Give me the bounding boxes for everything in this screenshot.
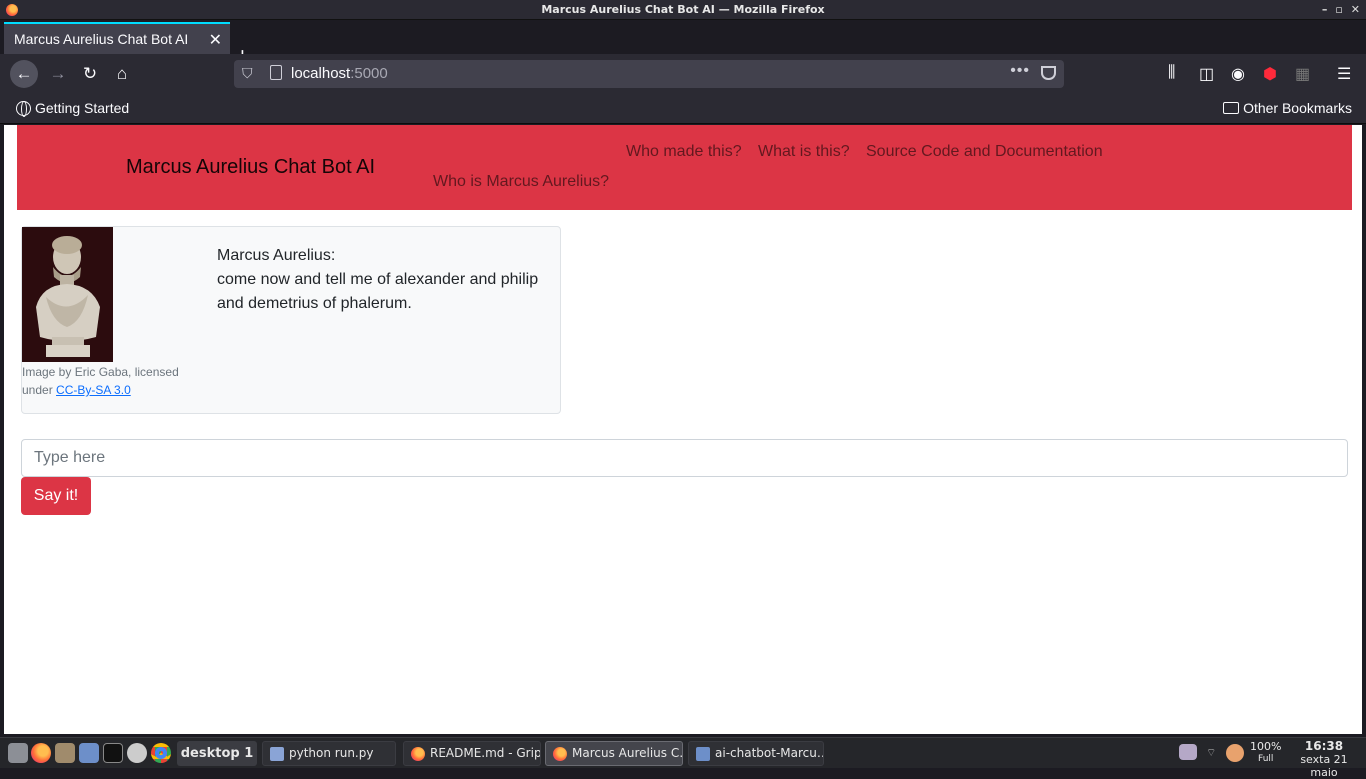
message-text: come now and tell me of alexander and ph… [217,271,539,312]
pocket-icon[interactable] [1041,66,1056,80]
close-window-button[interactable]: ✕ [1351,0,1360,20]
taskbar-task-active[interactable]: Marcus Aurelius C… [545,741,683,766]
battery-indicator[interactable]: 100% Full [1250,741,1281,765]
other-bookmarks[interactable]: Other Bookmarks [1223,100,1352,116]
window-icon [270,747,284,761]
battery-state: Full [1258,754,1274,764]
disk-utility-launcher-icon[interactable] [127,743,147,763]
marcus-aurelius-bust-image [22,227,113,362]
url-port: :5000 [350,65,388,82]
clock-time: 16:38 [1304,739,1344,753]
desktop-switcher[interactable]: desktop 1 [177,741,257,766]
browser-tab-active[interactable]: Marcus Aurelius Chat Bot AI ✕ [4,22,230,54]
tab-title: Marcus Aurelius Chat Bot AI [14,31,189,47]
terminal-launcher-icon[interactable] [103,743,123,763]
task-label: README.md - Grip… [430,746,541,760]
firefox-icon [411,747,425,761]
tracking-protection-shield-icon[interactable]: ⛉ [242,65,253,82]
window-title: Marcus Aurelius Chat Bot AI — Mozilla Fi… [541,3,825,16]
clock-date: sexta 21 maio [1300,753,1348,779]
hamburger-menu-icon[interactable]: ☰ [1337,64,1351,84]
message-speaker: Marcus Aurelius: [217,247,336,264]
tab-strip: Marcus Aurelius Chat Bot AI ✕ + [0,20,1366,67]
url-text[interactable]: localhost:5000 [291,65,388,82]
tab-close-icon[interactable]: ✕ [209,30,222,50]
task-label: ai-chatbot-Marcu… [715,746,824,760]
sidebar-icon[interactable]: ◫ [1199,64,1214,84]
library-icon[interactable]: ⫼ [1168,64,1175,82]
maximize-button[interactable]: ▫ [1335,0,1342,20]
bookmark-getting-started[interactable]: Getting Started [16,100,130,117]
desktop-taskbar: desktop 1 python run.py README.md - Grip… [0,737,1366,779]
file-manager-launcher-icon[interactable] [8,743,28,763]
nav-link-who-made[interactable]: Who made this? [626,143,742,161]
task-label: python run.py [289,746,374,760]
license-link[interactable]: CC-By-SA 3.0 [56,383,131,397]
reload-icon[interactable]: ↻ [76,60,104,88]
task-label: Marcus Aurelius C… [572,746,683,760]
extension-icon[interactable]: ▦ [1295,64,1310,84]
battery-percent: 100% [1250,740,1282,753]
chrome-launcher-icon[interactable] [151,743,171,763]
window-titlebar: Marcus Aurelius Chat Bot AI — Mozilla Fi… [0,0,1366,20]
bot-message: Marcus Aurelius: come now and tell me of… [217,244,552,316]
text-editor-launcher-icon[interactable] [79,743,99,763]
bookmarks-toolbar: Getting Started Other Bookmarks [0,94,1366,124]
back-arrow-icon[interactable]: ← [10,60,38,88]
nav-link-who-is[interactable]: Who is Marcus Aurelius? [433,173,609,191]
minimize-button[interactable]: – [1322,0,1328,20]
taskbar-task[interactable]: python run.py [262,741,396,766]
image-credit: Image by Eric Gaba, licensed under CC-By… [22,363,192,399]
chat-input-field[interactable] [21,439,1348,477]
bookmark-label: Getting Started [35,100,130,116]
taskbar-task[interactable]: ai-chatbot-Marcu… [688,741,824,766]
address-bar[interactable]: ⛉ localhost:5000 ••• [234,60,1064,88]
chat-message-card: Image by Eric Gaba, licensed under CC-By… [21,226,561,414]
volume-tray-icon[interactable] [1226,744,1244,762]
screenshot-tray-icon[interactable] [1179,744,1197,760]
url-host: localhost [291,65,351,82]
network-tray-icon[interactable]: ⌔ [1206,746,1216,760]
globe-icon [16,100,31,117]
say-it-button[interactable]: Say it! [21,477,91,515]
clock[interactable]: 16:38 sexta 21 maio [1288,740,1360,779]
nav-link-source-code[interactable]: Source Code and Documentation [866,143,1103,161]
firefox-launcher-icon[interactable] [31,743,51,763]
other-bookmarks-label: Other Bookmarks [1243,100,1352,116]
taskbar-task[interactable]: README.md - Grip… [403,741,541,766]
firefox-icon [6,4,18,16]
folder-icon [696,747,710,761]
page-viewport: Marcus Aurelius Chat Bot AI Who made thi… [4,125,1362,734]
navbar-brand[interactable]: Marcus Aurelius Chat Bot AI [126,156,375,179]
forward-arrow-icon[interactable]: → [44,60,72,88]
archive-launcher-icon[interactable] [55,743,75,763]
site-navbar: Marcus Aurelius Chat Bot AI Who made thi… [17,125,1352,210]
adblock-extension-icon[interactable]: ⬢ [1263,64,1277,84]
page-info-icon[interactable] [270,65,282,80]
folder-icon [1223,102,1240,114]
home-icon[interactable]: ⌂ [108,60,136,88]
page-actions-menu-icon[interactable]: ••• [1010,62,1030,80]
nav-link-what-is[interactable]: What is this? [758,143,850,161]
account-icon[interactable]: ◉ [1231,64,1245,84]
firefox-icon [553,747,567,761]
